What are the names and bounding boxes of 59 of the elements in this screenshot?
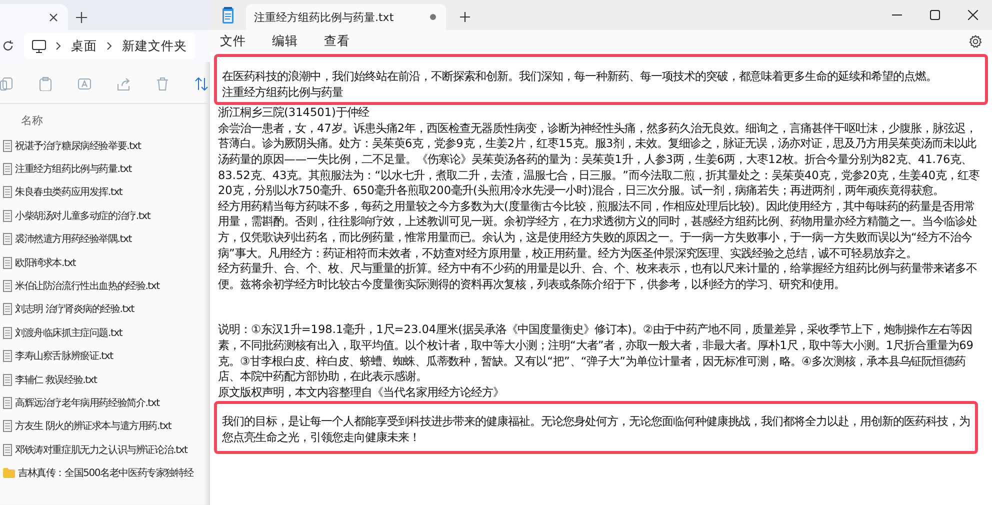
file-list-item[interactable]: 祝谌予治疗糖尿病经验举要.txt <box>0 134 210 158</box>
refresh-icon[interactable] <box>2 40 14 52</box>
document-icon <box>3 444 12 456</box>
computer-icon[interactable] <box>32 40 46 52</box>
menu-item[interactable]: 查看 <box>324 32 350 50</box>
text-paragraph: 经方药量升、合、个、枚、尺与重量的折算。经方中有不少药的用量是以升、合、个、枚来表示，也有以尺来计量的，给掌握经方组药比例与药量带来诸多不便。兹将余初学经方时比较古今度量衡实际测得的资料再次复核，列表或条陈介绍于下，供参考，以利经方的学习、研究和使用。 <box>218 261 978 292</box>
text-paragraph: 浙江桐乡三院(314501)于仲经 <box>218 105 370 121</box>
file-list-item[interactable]: 刘志明 治疗肾炎病的经验.txt <box>0 298 210 322</box>
document-icon <box>3 303 12 316</box>
breadcrumb-item[interactable]: 桌面 <box>71 38 97 54</box>
file-list-item[interactable]: 注重经方组药比例与药量.txt <box>0 157 210 181</box>
file-list-item[interactable]: 裘沛然遣方用药经验举隅.txt <box>0 228 210 251</box>
maximize-icon[interactable] <box>930 10 940 20</box>
document-icon <box>3 420 12 432</box>
close-icon[interactable] <box>49 12 58 22</box>
sort-icon[interactable] <box>195 77 208 91</box>
text-paragraph: 我们的目标，是让每一个人都能享受到科技进步带来的健康福祉。无论您身处何方，无论您面临何种健康挑战，我们都将全力以赴，用创新的医药科技，为您点亮生命之光，引领您走向健康未来！ <box>222 414 970 446</box>
chevron-right-icon <box>107 42 112 50</box>
file-list-item[interactable]: 刘渡舟临床抓主症问题.txt <box>0 321 210 345</box>
document-icon <box>3 396 12 409</box>
file-list-item[interactable]: 方友生 阴火的辨证求本与遣方用药.txt <box>0 414 210 438</box>
text-paragraph: 注重经方组药比例与药量 <box>222 84 344 100</box>
text-paragraph: 原文版权声明，本文内容整理自《当代名家用经方论经方》 <box>218 384 505 400</box>
file-list-item[interactable]: 欧阳锜求本.txt <box>0 250 210 274</box>
document-icon <box>3 326 12 339</box>
menu-item[interactable]: 编辑 <box>272 32 298 50</box>
document-icon <box>3 374 12 386</box>
document-icon <box>3 280 12 292</box>
folder-icon <box>3 468 15 478</box>
document-icon <box>3 163 12 176</box>
text-paragraph: 经方用药精当每方药味不多，每药之用量较之今方多数为大(度量衡古今比较，煎服法不同，作相应处理后比较)。因此使用经方，其中每味药的药量是否用常用量，需斟酌。否则，往往影响疗效，上述教训可见一斑。余初学经方，在力求透彻方义的同时，甚感经方组药比例、药物用量亦经方精髓之一。当今临诊处方，仅凭歌诀列出药名，而比例药量，惟常用量而已。余认为，这是使用经方失败的原因之一。于一病一方失败事小，于一病一方失败而误以为“经方不治今病”事大。凡用经方：药证相符而未效者，不妨查对经方原用量，校正用药量。经方为医圣仲景深究医理、实践经验之总结，诚不可轻易放弃之。 <box>218 198 978 262</box>
settings-icon[interactable] <box>969 34 982 48</box>
file-list-item[interactable]: 李寿山察舌脉辨瘀证.txt <box>0 344 210 368</box>
notepad-app-icon <box>222 6 234 24</box>
breadcrumb-item[interactable]: 新建文件夹 <box>122 38 187 54</box>
document-icon <box>3 210 12 222</box>
document-icon <box>3 140 12 152</box>
file-list-item[interactable]: 高辉远治疗老年病用药经验简介.txt <box>0 391 210 415</box>
file-list-item[interactable]: 米伯让防治流行性出血热的经验.txt <box>0 274 210 298</box>
menu-item[interactable]: 文件 <box>220 32 246 50</box>
add-tab-icon[interactable] <box>460 12 470 22</box>
document-icon <box>3 256 12 269</box>
file-list-item[interactable]: 吉林真传：全国500名老中医药专家独特经 <box>0 461 210 485</box>
document-icon <box>3 233 12 246</box>
address-bar[interactable]: 桌面 新建文件夹 <box>24 33 195 59</box>
text-paragraph: 说明：①东汉1升=198.1毫升，1尺=23.04厘米(据吴承洛《中国度量衡史》修订本)。②由于中药产地不同，质量差异，采收季节上下，炮制操作左右等因素，不同批药测核有出入，取平均值。以个枚计者，取中等大小测；注明“大者”者，亦取一般大者，非最大者。厚朴1尺，取中等大小测。1尺折合重量为69克。③甘李根白皮、梓白皮、蛴螬、蜘蛛、瓜蒂数种，暂缺。又有以“把”、“弹子大”为单位计量者，因无标准可测，略。④多次测核，承本县乌钲阮恒德药店、本院中药配方部协助，在此表示感谢。 <box>218 322 974 385</box>
text-paragraph: 余尝治一患者，女，47岁。诉患头痛2年，西医检查无器质性病变，诊断为神经性头痛，然多药久治无良效。细询之，言痛甚伴干呕吐沫，少腹胀，脉弦迟，苔薄白。诊为厥阴头痛。处方：吴茱萸6克，党参9克，生姜2片，红枣15克。服3剂，未效。复细诊之，脉证无误，汤亦对证，思及乃方用吴茱萸汤而未以此汤药量的原因——一失比例，二不足量。《伤寒论》吴茱萸汤各药的量为：吴茱萸1升，人参3两，生姜6两，大枣12枚。折合今量分别为82克、41.76克、83.52克、43克。其煎服法为：“以水七升，煮取二升，去渣，温服七合，日三服。”而今法取二煎，折其量处之：吴茱萸40克，党参20克，生姜40克，红枣20克，分别以水750毫升、650毫升各煎取200毫升(头煎用冷水先浸一小时)混合，日三次分服。试一剂，病痛若失；再进两剂，两年顽疾竟得获愈。 <box>218 120 981 199</box>
close-icon[interactable] <box>968 10 978 20</box>
file-list-item[interactable]: 李辅仁 救误经验.txt <box>0 368 210 392</box>
name-column-header[interactable]: 名称 <box>0 104 210 134</box>
document-icon <box>3 350 12 362</box>
file-list-item[interactable]: 小柴胡汤对儿童多动症的治疗.txt <box>0 204 210 228</box>
text-paragraph: 在医药科技的浪潮中，我们始终站在前沿，不断探索和创新。我们深知，每一种新药、每一项技术的突破，都意味着更多生命的延续和希望的点燃。 <box>222 69 938 85</box>
file-list-item[interactable]: 朱良春虫类药应用发挥.txt <box>0 180 210 204</box>
document-tab[interactable]: 注重经方组药比例与药量.txt <box>246 4 446 30</box>
document-icon <box>3 186 12 198</box>
chevron-right-icon <box>56 42 61 50</box>
file-list-item[interactable]: 邓铁涛对重症肌无力之认识与辨证论治.txt <box>0 438 210 462</box>
add-tab-icon[interactable] <box>76 12 87 23</box>
